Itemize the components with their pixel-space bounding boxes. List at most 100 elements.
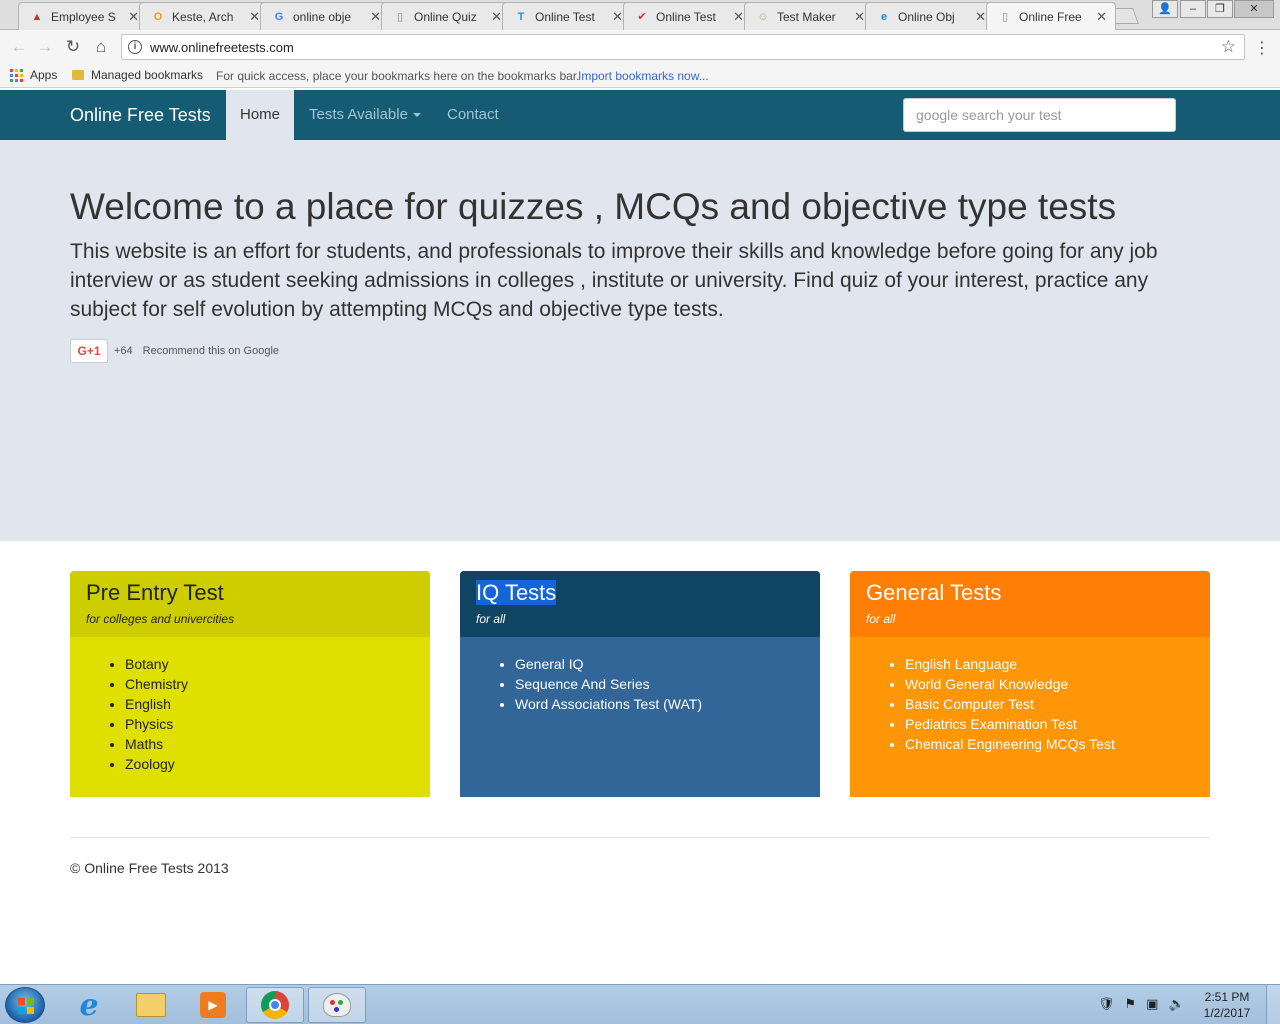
google-plus-text: Recommend this on Google <box>142 345 280 357</box>
browser-tab[interactable]: Gonline obje ✕ <box>260 2 390 30</box>
face-icon: ☺ <box>757 10 769 23</box>
test-link[interactable]: Chemistry <box>125 674 430 694</box>
tab-title: online obje <box>293 9 352 24</box>
taskbar-file-explorer[interactable] <box>122 987 180 1023</box>
panel-title[interactable]: General Tests <box>866 580 1194 606</box>
close-tab-icon[interactable]: ✕ <box>491 9 502 25</box>
browser-tab[interactable]: ✔ Online Test ✕ <box>623 2 753 30</box>
browser-tab[interactable]: ▯ Online Free ✕ <box>986 2 1116 30</box>
browser-tab[interactable]: ▯ Online Quiz ✕ <box>381 2 511 30</box>
panel-subtitle: for colleges and univercities <box>86 612 235 626</box>
minimize-button[interactable]: – <box>1180 0 1206 18</box>
t-logo-icon: T <box>517 10 525 23</box>
hero-section: Welcome to a place for quizzes , MCQs an… <box>0 140 1280 541</box>
panel-list: English LanguageWorld General KnowledgeB… <box>850 637 1210 754</box>
browser-tab[interactable]: e Online Obj ✕ <box>865 2 995 30</box>
panel-iq-tests: IQ Tests for all General IQSequence And … <box>460 571 820 797</box>
panel-pre-entry-test: Pre Entry Test for colleges and univerci… <box>70 571 430 797</box>
restore-button[interactable]: ❐ <box>1207 0 1233 18</box>
url-text[interactable]: www.onlinefreetests.com <box>150 40 294 55</box>
ie-icon: e <box>880 10 888 23</box>
close-tab-icon[interactable]: ✕ <box>249 9 260 25</box>
internet-explorer-icon: e <box>79 987 99 1023</box>
clock[interactable]: 2:51 PM 1/2/2017 <box>1198 989 1256 1021</box>
nav-contact[interactable]: Contact <box>447 106 499 123</box>
nav-tests-label: Tests Available <box>309 106 408 123</box>
close-window-button[interactable]: ✕ <box>1234 0 1274 18</box>
browser-tab[interactable]: T Online Test ✕ <box>502 2 632 30</box>
test-link[interactable]: Word Associations Test (WAT) <box>515 694 820 714</box>
panel-title[interactable]: Pre Entry Test <box>86 580 414 606</box>
tab-title: Keste, Arch <box>172 9 234 24</box>
reload-icon[interactable]: ↻ <box>62 37 84 57</box>
test-link[interactable]: Zoology <box>125 754 430 774</box>
test-link[interactable]: Basic Computer Test <box>905 694 1210 714</box>
browser-tab[interactable]: O Keste, Arch ✕ <box>139 2 269 30</box>
panel-list: General IQSequence And SeriesWord Associ… <box>460 637 820 714</box>
browser-tab[interactable]: ☺ Test Maker ✕ <box>744 2 874 30</box>
test-link[interactable]: Pediatrics Examination Test <box>905 714 1210 734</box>
bookmark-star-icon[interactable]: ☆ <box>1221 37 1236 57</box>
panel-heading: IQ Tests for all <box>460 571 820 637</box>
address-bar[interactable]: i www.onlinefreetests.com ☆ <box>121 34 1245 60</box>
close-tab-icon[interactable]: ✕ <box>975 9 986 25</box>
close-tab-icon[interactable]: ✕ <box>370 9 381 25</box>
google-plus-button[interactable]: G+1 <box>70 339 108 363</box>
browser-tab[interactable]: ▲ Employee S ✕ <box>18 2 148 30</box>
show-desktop-button[interactable] <box>1266 985 1280 1024</box>
caret-down-icon <box>412 113 421 118</box>
hero-description: This website is an effort for students, … <box>70 240 1158 321</box>
import-bookmarks-link[interactable]: Import bookmarks now... <box>578 69 709 83</box>
browser-tab-strip: ▲ Employee S ✕ O Keste, Arch ✕ Gonline obje ✕ ▯ O… <box>0 0 1280 30</box>
browser-menu-icon[interactable]: ⋮ <box>1254 38 1270 58</box>
forward-icon[interactable]: → <box>34 37 56 57</box>
nav-home[interactable]: Home <box>226 90 294 140</box>
panel-general-tests: General Tests for all English LanguageWo… <box>850 571 1210 797</box>
taskbar-internet-explorer[interactable]: e <box>60 987 118 1023</box>
hero-title: Welcome to a place for quizzes , MCQs an… <box>70 186 1117 227</box>
test-link[interactable]: General IQ <box>515 654 820 674</box>
google-plus-widget: G+1 +64 Recommend this on Google <box>70 339 279 363</box>
info-icon[interactable]: i <box>128 40 142 54</box>
test-link[interactable]: English <box>125 694 430 714</box>
panel-subtitle: for all <box>476 612 506 626</box>
taskbar-paint[interactable] <box>308 987 366 1023</box>
test-link[interactable]: Physics <box>125 714 430 734</box>
start-button[interactable] <box>5 987 45 1023</box>
document-icon: ▯ <box>1001 11 1009 23</box>
close-tab-icon[interactable]: ✕ <box>1096 9 1107 25</box>
search-input[interactable] <box>903 98 1176 132</box>
test-link[interactable]: Maths <box>125 734 430 754</box>
google-icon: G <box>274 10 284 23</box>
test-link[interactable]: World General Knowledge <box>905 674 1210 694</box>
outlook-icon: O <box>153 10 163 23</box>
close-tab-icon[interactable]: ✕ <box>854 9 865 25</box>
profile-icon[interactable]: 👤 <box>1152 0 1178 18</box>
close-tab-icon[interactable]: ✕ <box>733 9 744 25</box>
test-link[interactable]: Sequence And Series <box>515 674 820 694</box>
close-tab-icon[interactable]: ✕ <box>612 9 623 25</box>
panel-title[interactable]: IQ Tests <box>476 580 804 606</box>
action-center-flag-icon[interactable]: ⚑ <box>1125 996 1137 1012</box>
back-icon[interactable]: ← <box>8 37 30 57</box>
close-tab-icon[interactable]: ✕ <box>128 9 139 25</box>
managed-bookmarks-folder[interactable]: Managed bookmarks <box>72 68 203 82</box>
home-icon[interactable]: ⌂ <box>90 37 112 57</box>
taskbar-media-player[interactable]: ▶ <box>184 987 242 1023</box>
taskbar-chrome[interactable] <box>246 987 304 1023</box>
panel-title-text: IQ Tests <box>476 580 557 605</box>
apps-label: Apps <box>30 68 58 82</box>
browser-toolbar: ← → ↻ ⌂ i www.onlinefreetests.com ☆ <box>0 30 1280 64</box>
volume-icon[interactable]: 🔈 <box>1168 996 1184 1012</box>
brand-link[interactable]: Online Free Tests <box>70 105 211 126</box>
nav-tests-available[interactable]: Tests Available <box>309 106 421 123</box>
network-icon[interactable]: ▣ <box>1146 996 1158 1012</box>
tab-title: Online Test <box>535 9 595 24</box>
tab-title: Online Test <box>656 9 716 24</box>
paint-icon <box>323 993 351 1017</box>
apps-shortcut[interactable]: Apps <box>10 68 57 82</box>
test-link[interactable]: Chemical Engineering MCQs Test <box>905 734 1210 754</box>
test-link[interactable]: Botany <box>125 654 430 674</box>
security-shield-icon[interactable]: 🛡 <box>1098 996 1115 1012</box>
test-link[interactable]: English Language <box>905 654 1210 674</box>
